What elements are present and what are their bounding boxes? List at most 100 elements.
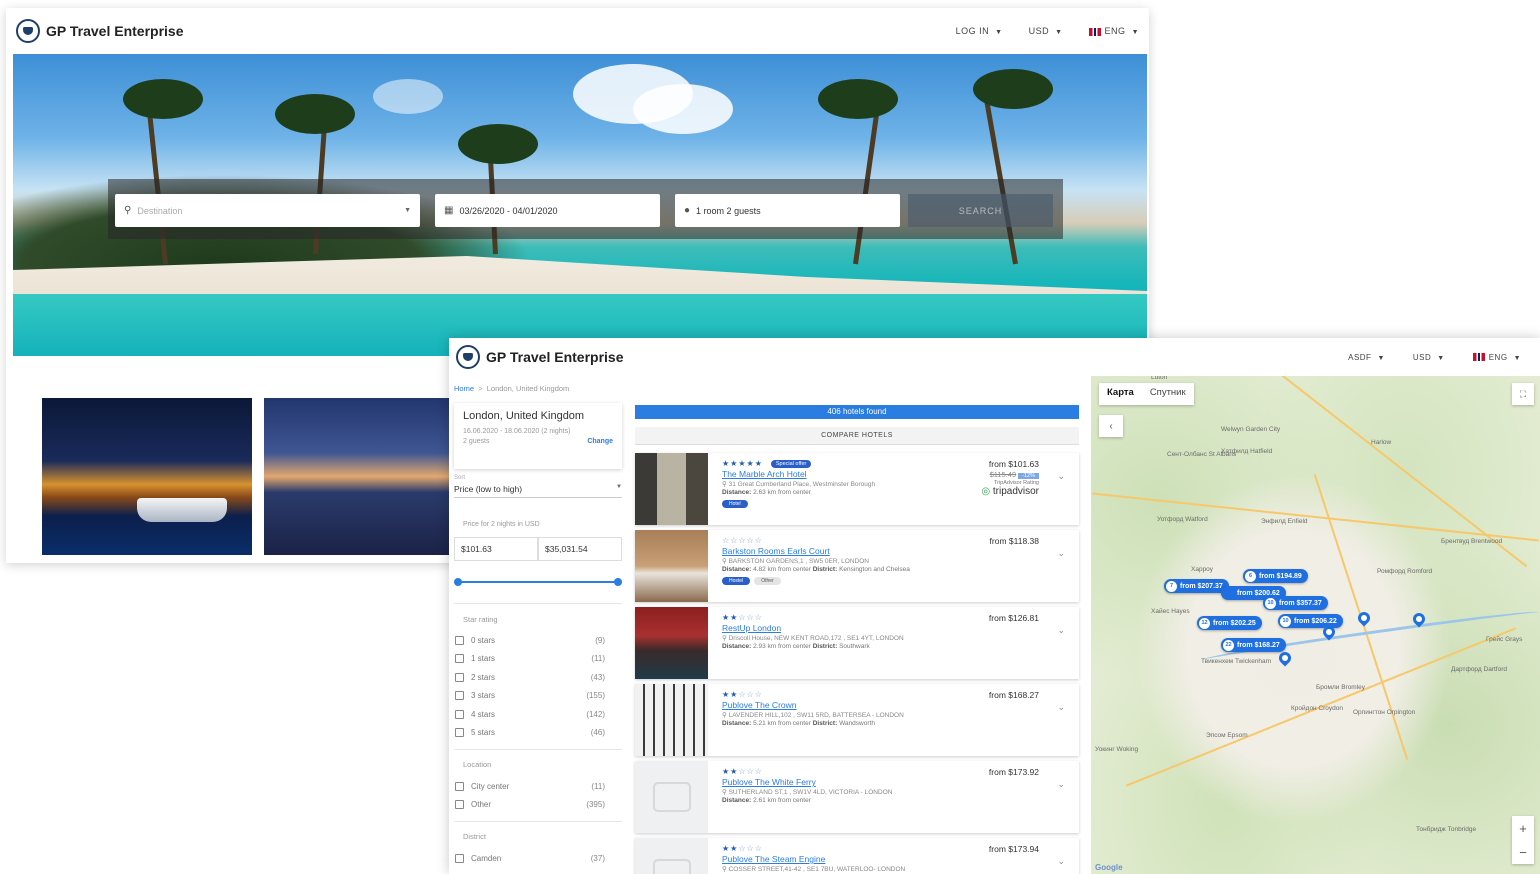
user-menu[interactable]: ASDF ▼	[1348, 353, 1385, 362]
star-rating-option[interactable]: 5 stars (46)	[455, 727, 605, 739]
image-placeholder-icon[interactable]	[635, 838, 708, 874]
hotel-name-link[interactable]: Publove The White Ferry	[722, 777, 972, 787]
location-filter-option-label: City center	[471, 781, 510, 791]
search-button[interactable]: SEARCH	[908, 194, 1053, 227]
star-rating-option[interactable]: 2 stars (43)	[455, 671, 605, 683]
map-price-pin[interactable]: 7 from $207.37	[1164, 579, 1229, 593]
map-price-pin[interactable]: 22 from $168.27	[1221, 638, 1286, 652]
breadcrumb-home[interactable]: Home	[454, 384, 474, 393]
tripadvisor-text: tripadvisor	[992, 486, 1039, 497]
logo[interactable]: GP Travel Enterprise	[456, 345, 623, 369]
tab-satellite[interactable]: Спутник	[1142, 383, 1194, 405]
hotel-photo[interactable]	[635, 684, 708, 756]
location-filter-option[interactable]: Other (395)	[455, 799, 605, 811]
old-price: $115.49	[989, 470, 1017, 479]
star-rating-option[interactable]: 0 stars (9)	[455, 634, 605, 646]
price-max-input[interactable]: $35,031.54	[538, 537, 622, 561]
map-price-pin[interactable]: 12 from $202.25	[1197, 616, 1262, 630]
hotels-found-count: 406 hotels found	[635, 405, 1079, 419]
sort-select[interactable]: Price (low to high) ▼	[454, 484, 622, 498]
hotel-info: ☆☆☆☆☆ Barkston Rooms Earls Court ⚲ BARKSTO…	[722, 536, 972, 585]
hotel-info: ★★★★★ Special offer The Marble Arch Hotel ⚲…	[722, 459, 972, 508]
chevron-down-icon[interactable]: ⌄	[1057, 548, 1065, 559]
chevron-down-icon[interactable]: ⌄	[1057, 625, 1065, 636]
hotel-address: ⚲ COSSER STREET,41-42 , SE1 7BU, WATERLO…	[722, 865, 972, 873]
checkbox[interactable]	[455, 654, 464, 663]
star-rating-option[interactable]: 1 stars (11)	[455, 653, 605, 665]
map-price-pin[interactable]: 6 from $194.89	[1243, 569, 1308, 583]
logo[interactable]: GP Travel Enterprise	[16, 19, 183, 43]
checkbox[interactable]	[455, 672, 464, 682]
hotel-photo[interactable]	[635, 453, 708, 525]
location-filter-option[interactable]: City center (11)	[455, 780, 605, 792]
fullscreen-icon[interactable]: ⛶	[1512, 383, 1534, 405]
currency-menu[interactable]: USD ▼	[1029, 26, 1063, 36]
zoom-controls: + −	[1512, 816, 1534, 864]
hotel-address-text: Driscoll House, NEW KENT ROAD,172 , SE1 …	[728, 635, 904, 642]
price-min-input[interactable]: $101.63	[454, 537, 538, 561]
map-price-pin[interactable]: 10 from $357.37	[1263, 596, 1328, 610]
map-price-pin[interactable]: 10 from $206.22	[1278, 614, 1343, 628]
tab-map[interactable]: Карта	[1099, 383, 1142, 405]
checkbox[interactable]	[455, 800, 464, 809]
price-slider-min-handle[interactable]	[454, 578, 462, 586]
chevron-down-icon[interactable]: ⌄	[1057, 856, 1065, 867]
change-search-link[interactable]: Change	[587, 438, 613, 445]
hotels-map[interactable]: Luton Welwyn Garden City Harlow Сент-Олбанс…	[1091, 376, 1540, 874]
checkbox[interactable]	[455, 728, 464, 737]
hotel-name-link[interactable]: The Marble Arch Hotel	[722, 469, 972, 479]
star-rating-option-label: 4 stars	[471, 709, 496, 719]
star-rating: ★★ ☆☆☆	[722, 690, 972, 699]
checkbox[interactable]	[455, 635, 464, 645]
dates-field[interactable]: ▦ 03/26/2020 - 04/01/2020	[435, 194, 660, 227]
destination-thumbnail[interactable]	[264, 398, 450, 555]
hotel-price: from $118.38	[990, 536, 1039, 546]
price-slider-max-handle[interactable]	[614, 578, 622, 586]
hotel-name-link[interactable]: RestUp London	[722, 623, 972, 633]
hotel-card[interactable]: ★★★★★ Special offer The Marble Arch Hotel ⚲…	[635, 453, 1079, 525]
hotel-info: ★★ ☆☆☆ Publove The Crown ⚲ LAVENDER HILL,10…	[722, 690, 972, 727]
hotel-card[interactable]: ★★ ☆☆☆ Publove The White Ferry ⚲ SUTHERLAND…	[635, 761, 1079, 833]
summary-location: London, United Kingdom	[463, 410, 585, 422]
star-rating-option[interactable]: 4 stars (142)	[455, 708, 605, 720]
back-arrow-icon[interactable]: ‹	[1099, 415, 1123, 437]
hotel-card[interactable]: ★★ ☆☆☆ Publove The Steam Engine ⚲ COSSER ST…	[635, 838, 1079, 874]
guests-field[interactable]: ● 1 room 2 guests	[675, 194, 900, 227]
hotel-photo[interactable]	[635, 607, 708, 679]
chevron-down-icon[interactable]: ⌄	[1057, 471, 1065, 482]
destination-field[interactable]: ⚲ Destination ▼	[115, 194, 420, 227]
hotel-card[interactable]: ☆☆☆☆☆ Barkston Rooms Earls Court ⚲ BARKSTO…	[635, 530, 1079, 602]
chevron-down-icon[interactable]: ⌄	[1057, 779, 1065, 790]
distance-label: Distance:	[722, 797, 754, 804]
pin-price: from $357.37	[1279, 599, 1322, 607]
image-placeholder-icon[interactable]	[635, 761, 708, 833]
zoom-in-icon[interactable]: +	[1512, 816, 1534, 840]
hotel-photo[interactable]	[635, 530, 708, 602]
district-filter-option[interactable]: Camden (37)	[455, 852, 605, 864]
star-rating-option[interactable]: 3 stars (155)	[455, 690, 605, 702]
currency-menu[interactable]: USD ▼	[1413, 353, 1445, 362]
hotel-name-link[interactable]: Barkston Rooms Earls Court	[722, 546, 972, 556]
chevron-down-icon: ▼	[1377, 354, 1385, 362]
checkbox[interactable]	[455, 709, 464, 719]
language-menu[interactable]: ENG ▼	[1088, 26, 1139, 36]
hotel-name-link[interactable]: Publove The Crown	[722, 700, 972, 710]
brand-name: GP Travel Enterprise	[486, 349, 624, 365]
results-header: GP Travel Enterprise ASDF ▼ USD ▼ ENG ▼	[449, 338, 1540, 376]
sort-value: Price (low to high)	[454, 484, 523, 494]
hotel-card[interactable]: ★★ ☆☆☆ Publove The Crown ⚲ LAVENDER HILL,10…	[635, 684, 1079, 756]
login-menu[interactable]: LOG IN ▼	[956, 26, 1003, 36]
chevron-down-icon[interactable]: ⌄	[1057, 702, 1065, 713]
checkbox[interactable]	[455, 781, 464, 791]
price-slider-track[interactable]	[458, 581, 618, 583]
checkbox[interactable]	[455, 691, 464, 700]
compare-hotels-button[interactable]: COMPARE HOTELS	[635, 427, 1079, 445]
zoom-out-icon[interactable]: −	[1512, 840, 1534, 864]
language-menu[interactable]: ENG ▼	[1472, 353, 1521, 362]
checkbox[interactable]	[455, 853, 464, 863]
destination-thumbnail[interactable]	[42, 398, 252, 555]
hotel-name-link[interactable]: Publove The Steam Engine	[722, 854, 972, 864]
divider	[454, 603, 622, 604]
hotel-card[interactable]: ★★ ☆☆☆ RestUp London ⚲ Driscoll House, NEW …	[635, 607, 1079, 679]
pin-hotel-count: 6	[1245, 570, 1256, 582]
